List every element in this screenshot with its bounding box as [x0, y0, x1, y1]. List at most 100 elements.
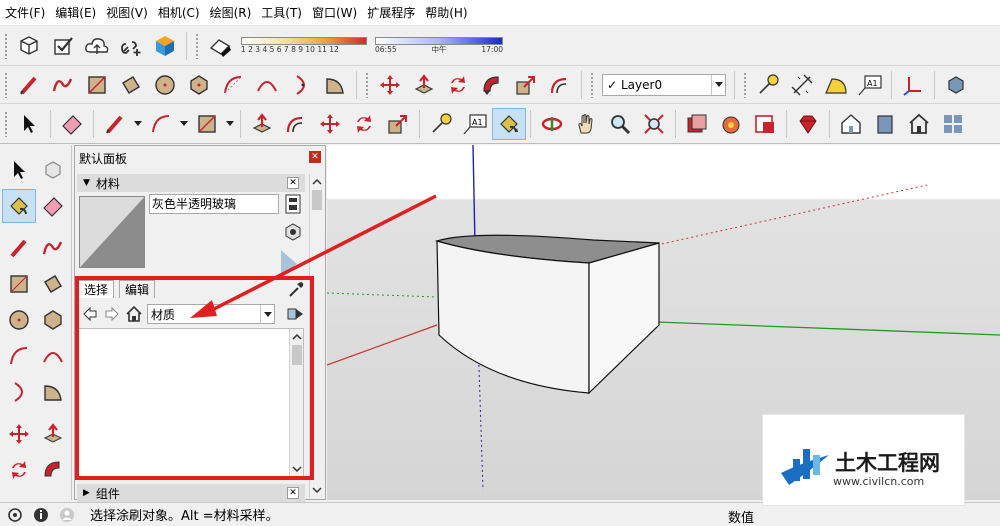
model-info-button[interactable]	[12, 30, 46, 62]
eraser-tool-button[interactable]	[36, 189, 70, 223]
follow-me-button[interactable]	[475, 69, 509, 101]
material-list[interactable]	[78, 328, 304, 478]
arc-tool-button[interactable]	[144, 108, 178, 140]
shadow-date-slider[interactable]: 1 2 3 4 5 6 7 8 9 10 11 12	[241, 28, 367, 64]
offset-tool-button[interactable]	[279, 108, 313, 140]
details-button[interactable]	[285, 303, 307, 325]
view-home-button[interactable]	[834, 108, 868, 140]
geo-location-button[interactable]	[4, 504, 26, 526]
menu-edit[interactable]: 编辑(E)	[50, 0, 101, 26]
warehouse-button[interactable]	[148, 30, 182, 62]
extension-link-button[interactable]	[114, 30, 148, 62]
time-slider-track[interactable]	[375, 36, 503, 45]
collection-select[interactable]: 材质	[147, 304, 275, 324]
rectangle-tool-button[interactable]	[2, 267, 36, 301]
rotate-tool-button[interactable]	[347, 108, 381, 140]
paint-bucket-button[interactable]	[2, 189, 36, 223]
move-tool-button[interactable]	[2, 417, 36, 451]
pie-tool-button[interactable]	[318, 69, 352, 101]
close-icon[interactable]: ✕	[309, 151, 321, 163]
view-house-button[interactable]	[902, 108, 936, 140]
display-secondary-button[interactable]	[285, 194, 301, 217]
toolbar-grip[interactable]	[743, 71, 748, 98]
scroll-down-icon[interactable]	[291, 463, 303, 475]
two-point-arc-button[interactable]	[36, 339, 70, 373]
text-tool-button[interactable]: A1	[458, 108, 492, 140]
scroll-down-icon[interactable]	[311, 484, 323, 496]
select-tool-button[interactable]	[12, 108, 46, 140]
three-point-arc-button[interactable]	[2, 375, 36, 409]
push-pull-button[interactable]	[407, 69, 441, 101]
two-point-arc-button[interactable]	[250, 69, 284, 101]
chevron-down-icon[interactable]	[260, 305, 274, 323]
tape-measure-button[interactable]	[424, 108, 458, 140]
menu-window[interactable]: 窗口(W)	[307, 0, 362, 26]
close-icon[interactable]: ✕	[287, 177, 299, 189]
toolbar-grip[interactable]	[4, 32, 9, 59]
arc-tool-button[interactable]	[2, 339, 36, 373]
rotate-tool-button[interactable]	[2, 453, 36, 487]
protractor-button[interactable]	[819, 69, 853, 101]
pie-tool-button[interactable]	[36, 375, 70, 409]
scale-tool-button[interactable]	[509, 69, 543, 101]
pan-tool-button[interactable]	[569, 108, 603, 140]
layer-select[interactable]: ✓ Layer0	[602, 73, 726, 96]
scale-tool-button[interactable]	[381, 108, 415, 140]
make-component-button[interactable]	[36, 153, 70, 187]
polygon-tool-button[interactable]	[36, 303, 70, 337]
push-pull-button[interactable]	[36, 417, 70, 451]
line-tool-button[interactable]	[2, 231, 36, 265]
forward-button[interactable]	[101, 303, 123, 325]
credits-button[interactable]	[30, 504, 52, 526]
rectangle-tool-button[interactable]	[80, 69, 114, 101]
shape-tools-dropdown[interactable]	[224, 108, 236, 140]
follow-me-button[interactable]	[36, 453, 70, 487]
rotated-rectangle-button[interactable]	[114, 69, 148, 101]
view-front-button[interactable]	[868, 108, 902, 140]
share-component-button[interactable]	[714, 108, 748, 140]
date-slider-track[interactable]	[241, 36, 367, 45]
menu-help[interactable]: 帮助(H)	[420, 0, 472, 26]
warehouse-3d-button[interactable]	[680, 108, 714, 140]
line-tool-button[interactable]	[98, 108, 132, 140]
circle-tool-button[interactable]	[2, 303, 36, 337]
scroll-thumb[interactable]	[312, 190, 322, 210]
three-point-arc-button[interactable]	[284, 69, 318, 101]
create-material-button[interactable]	[283, 222, 303, 245]
tab-edit[interactable]: 编辑	[119, 280, 156, 298]
rectangle-tool-button[interactable]	[190, 108, 224, 140]
menu-file[interactable]: 文件(F)	[0, 0, 50, 26]
menu-tools[interactable]: 工具(T)	[256, 0, 307, 26]
menu-draw[interactable]: 绘图(R)	[205, 0, 257, 26]
line-tools-dropdown[interactable]	[132, 108, 144, 140]
text-tool-button[interactable]: A1	[853, 69, 887, 101]
freehand-tool-button[interactable]	[36, 231, 70, 265]
shadow-time-slider[interactable]: 06:55 中午 17:00	[375, 28, 503, 64]
ruby-console-button[interactable]	[791, 108, 825, 140]
view-grid-button[interactable]	[936, 108, 970, 140]
upload-cloud-button[interactable]	[80, 30, 114, 62]
material-name-field[interactable]: 灰色半透明玻璃	[149, 194, 279, 214]
push-pull-button[interactable]	[245, 108, 279, 140]
shadows-toggle-button[interactable]	[203, 30, 237, 62]
tape-measure-button[interactable]	[751, 69, 785, 101]
tray-scrollbar[interactable]	[309, 174, 323, 498]
scroll-up-icon[interactable]	[291, 331, 303, 343]
sample-paint-button[interactable]	[287, 280, 305, 301]
scroll-up-icon[interactable]	[311, 176, 323, 188]
arc-tools-dropdown[interactable]	[178, 108, 190, 140]
user-account-button[interactable]	[56, 504, 78, 526]
check-in-button[interactable]	[46, 30, 80, 62]
menu-camera[interactable]: 相机(C)	[153, 0, 205, 26]
move-tool-button[interactable]	[373, 69, 407, 101]
home-button[interactable]	[123, 303, 145, 325]
materials-section-header[interactable]: ▼ 材料 ✕	[77, 174, 305, 192]
chevron-down-icon[interactable]	[711, 74, 725, 95]
axes-tool-button[interactable]	[896, 69, 930, 101]
freehand-tool-button[interactable]	[46, 69, 80, 101]
select-tool-button[interactable]	[2, 153, 36, 187]
eraser-tool-button[interactable]	[55, 108, 89, 140]
arc-tool-button[interactable]	[216, 69, 250, 101]
zoom-tool-button[interactable]	[603, 108, 637, 140]
back-button[interactable]	[79, 303, 101, 325]
